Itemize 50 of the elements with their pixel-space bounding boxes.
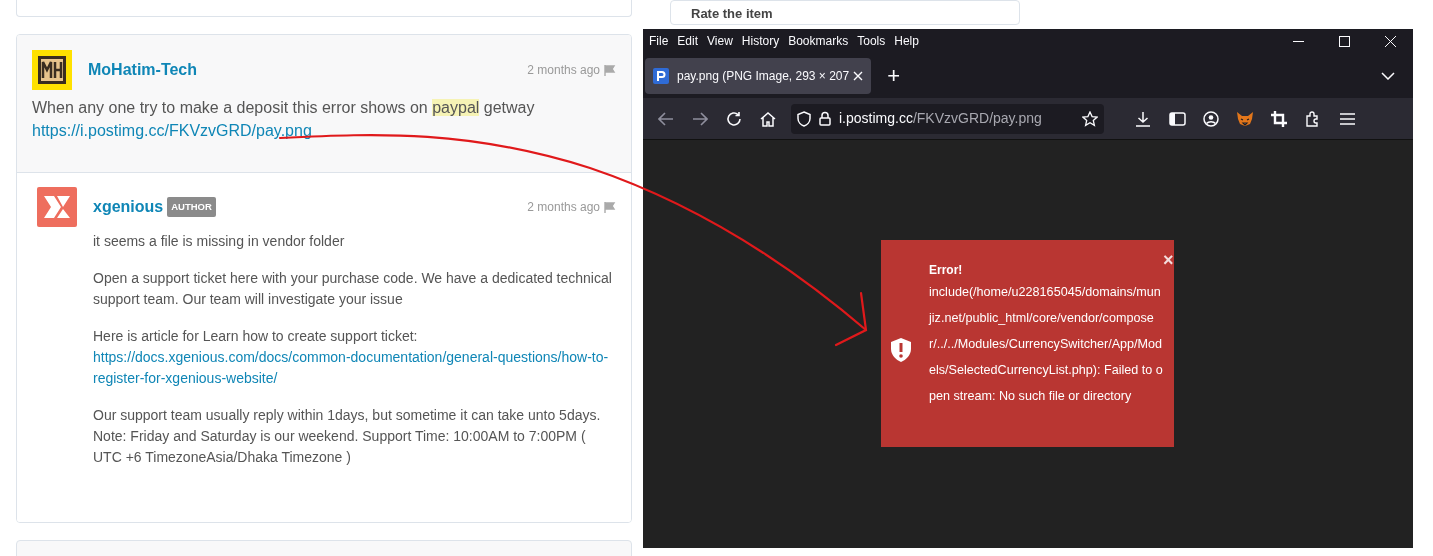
menu-icon[interactable]: [1339, 112, 1355, 125]
link[interactable]: https://docs.xgenious.com/docs/common-documentation/general-questions/how-to-register-for-xgenious-website/: [93, 347, 616, 389]
author-name[interactable]: xgenious: [93, 195, 164, 219]
site-icon: [653, 67, 669, 84]
avatar-icon: [37, 187, 77, 227]
address-bar[interactable]: i.postimg.cc/FKVzvGRD/pay.png: [791, 103, 1104, 134]
chevron-down-icon[interactable]: [1381, 71, 1395, 80]
crop-icon[interactable]: [1271, 110, 1287, 127]
home-icon[interactable]: [760, 110, 776, 127]
menu-item[interactable]: Help: [894, 32, 919, 50]
browser-tab[interactable]: pay.png (PNG Image, 293 × 207: [645, 57, 872, 94]
menu-item[interactable]: History: [741, 32, 780, 50]
comment-text: When any one try to make a deposit this error shows on paypal getway https://i.postimg.cc/FKVzvGRD/pay.png: [32, 98, 536, 141]
lock-icon: [819, 111, 831, 126]
fox-icon[interactable]: [1236, 110, 1254, 127]
maximize-icon[interactable]: [1338, 35, 1350, 47]
menu-item[interactable]: Tools: [857, 32, 886, 50]
url-text: i.postimg.cc/FKVzvGRD/pay.png: [839, 109, 1042, 128]
shield-warning-icon: [889, 336, 913, 363]
puzzle-icon[interactable]: [1305, 110, 1321, 127]
menu-item[interactable]: File: [649, 32, 669, 50]
sidebar-icon[interactable]: [1168, 111, 1186, 126]
download-icon[interactable]: [1135, 110, 1151, 127]
star-icon[interactable]: [1082, 110, 1098, 127]
author-name[interactable]: MoHatim-Tech: [88, 58, 198, 82]
shield-icon[interactable]: [797, 110, 811, 127]
reply-text: Open a support ticket here with your purchase code. We have a dedicated technical support team. Our team will investigate your issue: [93, 269, 613, 309]
reply-text: Our support team usually reply within 1days, but sometime it can take unto 5days. Note: Friday and Saturday is our weekend. Support Time: 10:00AM to 7:00PM ( UTC +6 TimezoneAsia/Dhaka Timezone ): [93, 406, 602, 467]
author-badge: AUTHOR: [167, 196, 216, 218]
close-icon[interactable]: [853, 70, 864, 81]
close-button[interactable]: ×: [1163, 252, 1174, 447]
account-icon[interactable]: [1203, 110, 1219, 127]
menu-item[interactable]: View: [707, 32, 733, 50]
avatar-icon: [32, 50, 72, 90]
card-title: Rate the item: [691, 6, 773, 21]
back-arrow-icon[interactable]: [658, 111, 674, 126]
link[interactable]: https://i.postimg.cc/FKVzvGRD/pay.png: [32, 122, 312, 139]
reply-text: Here is article for Learn how to create support ticket: https://docs.xgenious.com/docs/common-documentation/general-questions/how-to-register-for-xgenious-website/: [93, 326, 616, 389]
timestamp: 2 months ago: [527, 62, 600, 79]
forward-arrow-icon[interactable]: [692, 111, 708, 126]
tab-title: pay.png (PNG Image, 293 × 207: [677, 67, 850, 85]
menu-item[interactable]: Bookmarks: [788, 32, 849, 50]
error-message: include(/home/u228165045/domains/munjiz.net/public_html/core/vendor/composer/../../Modules/CurrencySwitcher/App/Models/SelectedCurrencyList.php): Failed to open stream: No such file or directory: [929, 284, 1163, 405]
timestamp: 2 months ago: [527, 199, 600, 216]
error-title: Error!: [929, 262, 964, 279]
close-icon[interactable]: [1384, 35, 1396, 47]
new-tab-button[interactable]: +: [887, 59, 901, 92]
menu-item[interactable]: Edit: [677, 32, 699, 50]
reply-text: it seems a file is missing in vendor folder: [93, 232, 346, 251]
reload-icon[interactable]: [726, 110, 742, 127]
